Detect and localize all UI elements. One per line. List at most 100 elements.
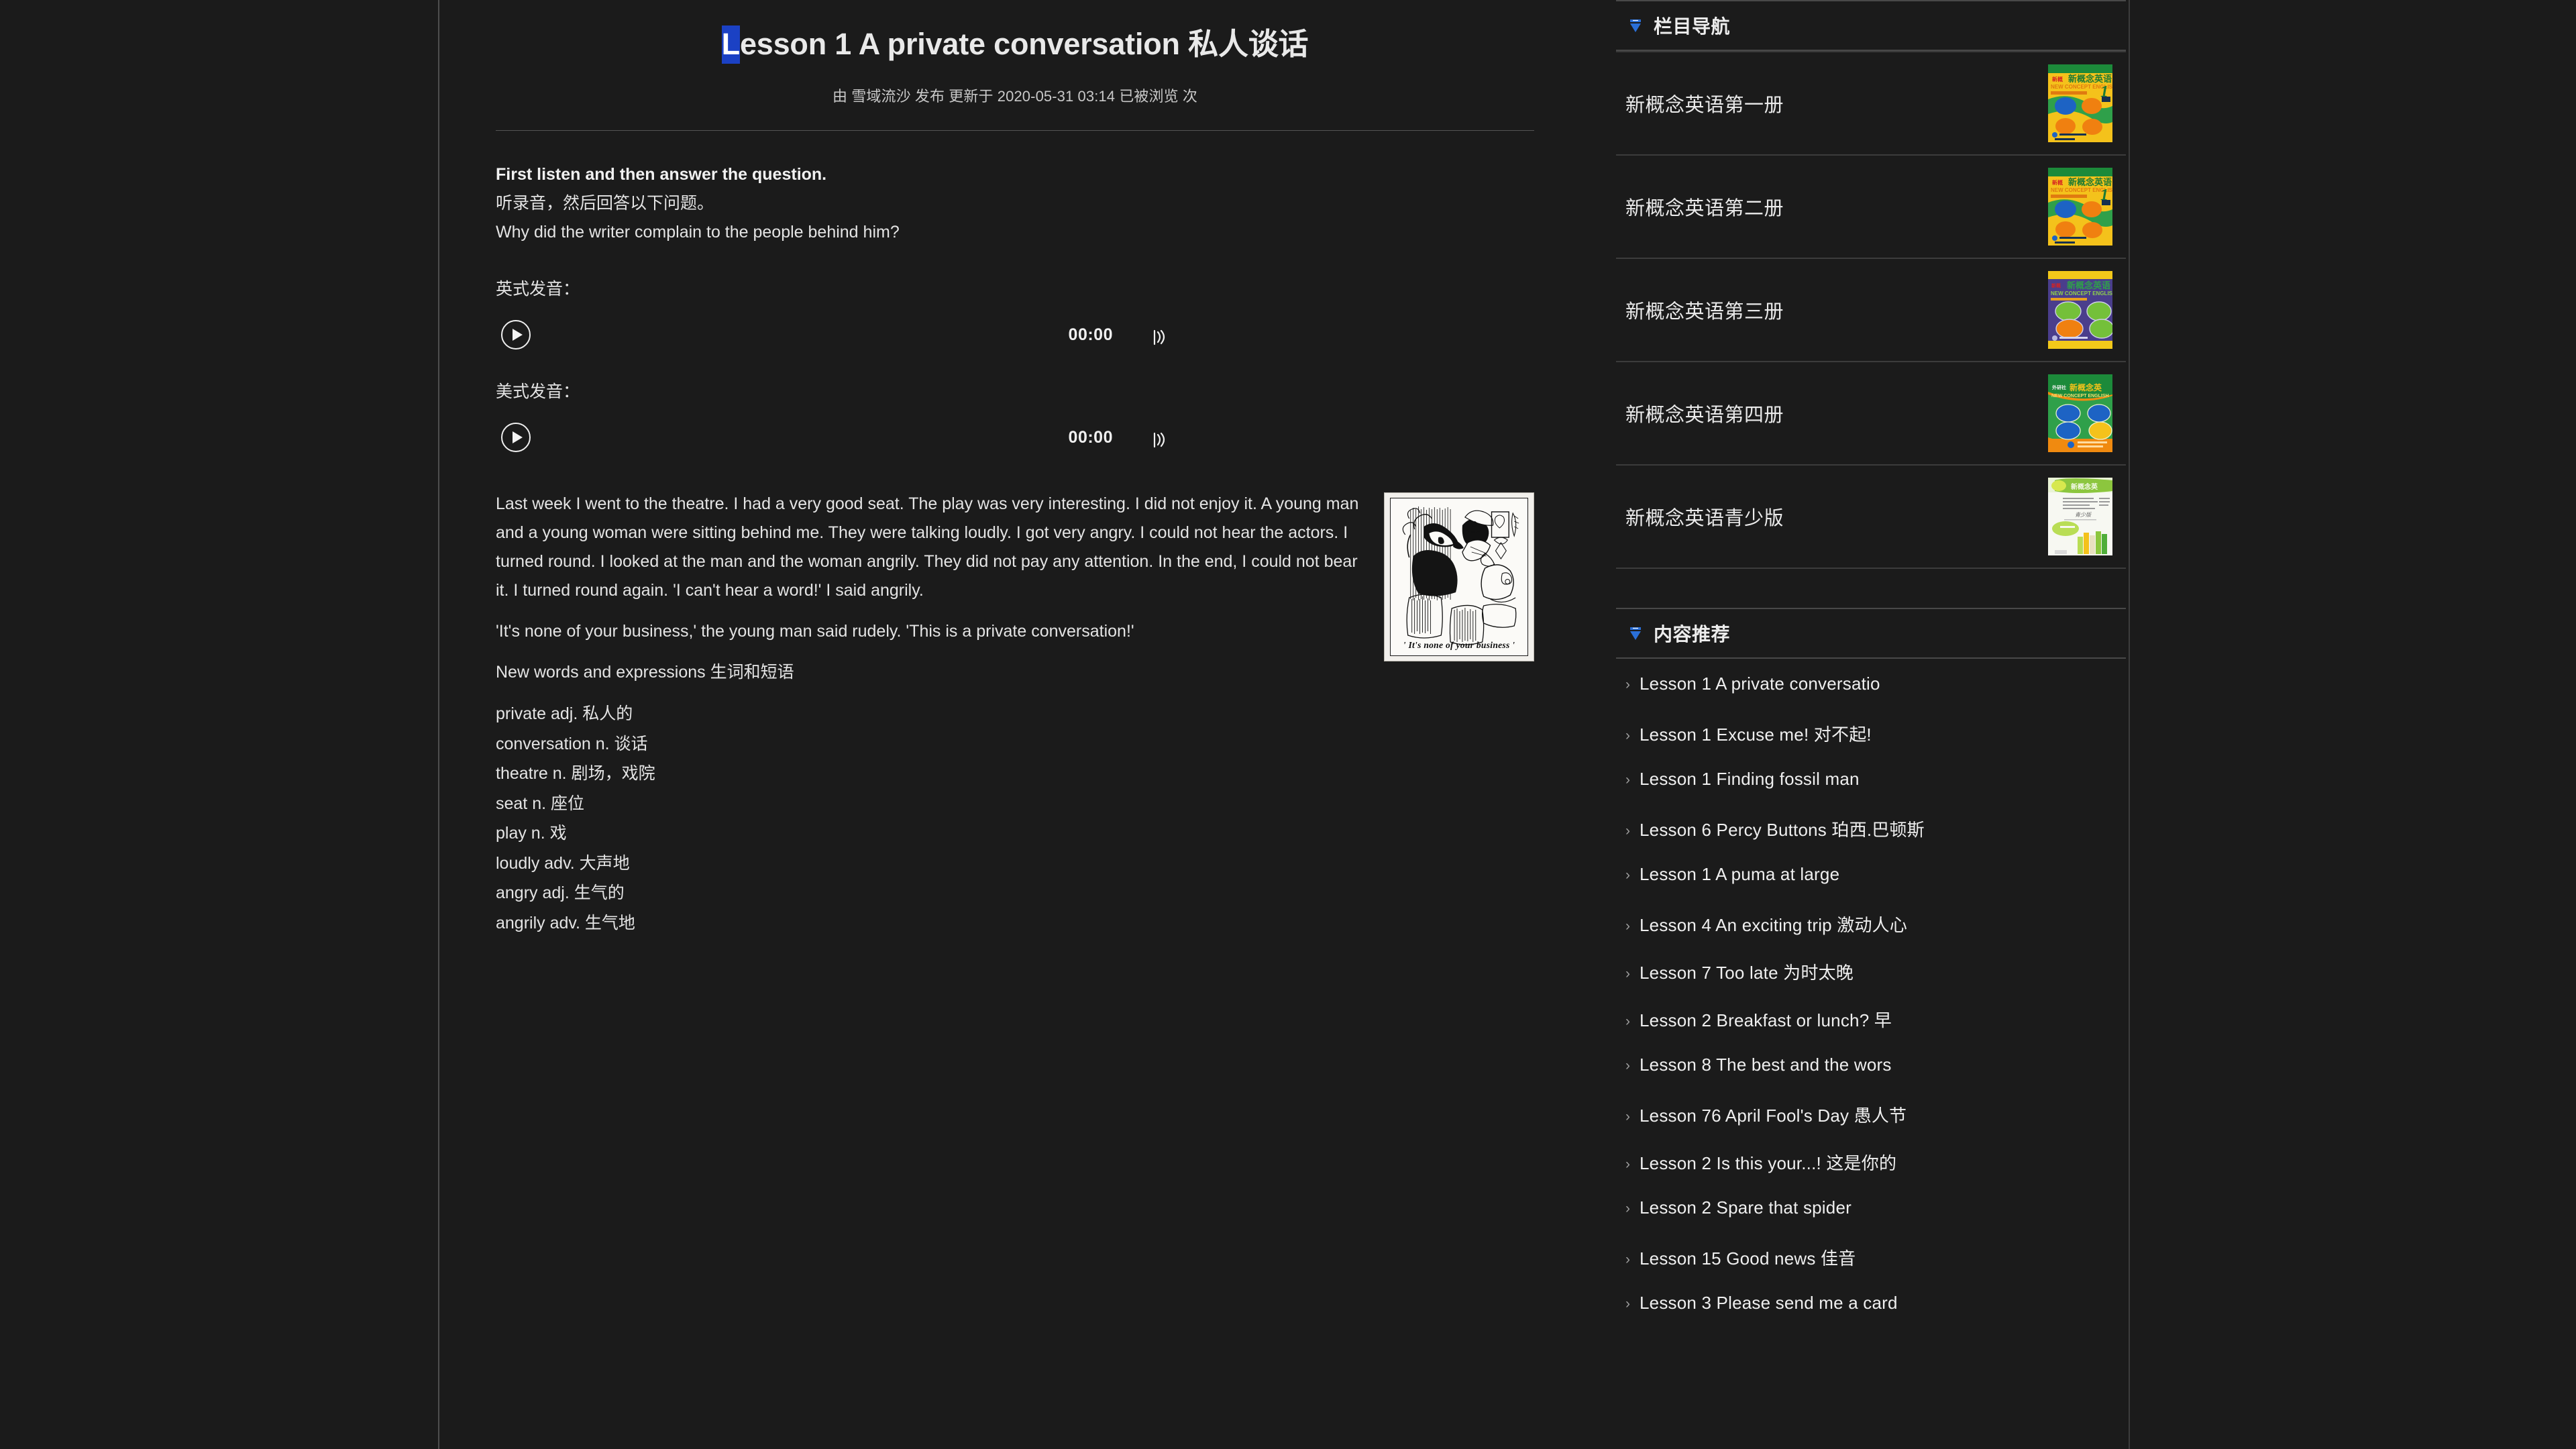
list-item[interactable]: › Lesson 4 An exciting trip 激动人心 — [1616, 912, 2126, 959]
list-item-label: Lesson 1 A private conversatio — [1640, 674, 1880, 694]
lead-chinese: 听录音，然后回答以下问题。 — [496, 194, 714, 213]
american-audio-time: 00:00 — [1068, 427, 1113, 447]
list-item[interactable]: › Lesson 1 Excuse me! 对不起! — [1616, 721, 2126, 769]
left-gutter — [0, 0, 439, 1449]
article-meta: 由 雪域流沙 发布 更新于 2020-05-31 03:14 已被浏览 次 — [832, 88, 1198, 105]
word-entry: angry adj. 生气的 — [496, 883, 625, 903]
british-audio-time: 00:00 — [1068, 325, 1113, 344]
nav-list: 新概念英语第一册 新概 新概念英语 NEW CONCEPT ENGLISH 1 … — [1616, 51, 2126, 569]
list-item-label: Lesson 3 Please send me a card — [1640, 1293, 1898, 1313]
volume-icon[interactable] — [1152, 326, 1168, 345]
nav-item-book1[interactable]: 新概念英语第一册 新概 新概念英语 NEW CONCEPT ENGLISH 1 — [1616, 52, 2126, 156]
chevron-down-icon — [1627, 17, 1644, 34]
list-item[interactable]: › Lesson 1 A private conversatio — [1616, 674, 2126, 721]
chevron-right-icon: › — [1625, 1296, 1630, 1311]
chevron-right-icon: › — [1625, 966, 1630, 981]
list-item-label: Lesson 76 April Fool's Day 愚人节 — [1640, 1106, 1907, 1126]
svg-text:新概念英: 新概念英 — [2070, 382, 2102, 392]
chevron-right-icon: › — [1625, 677, 1630, 692]
word-entry: conversation n. 谈话 — [496, 734, 648, 753]
title-text: esson 1 A private conversation 私人谈话 — [739, 27, 1309, 61]
chevron-right-icon: › — [1625, 1201, 1630, 1216]
story-paragraph-1: Last week I went to the theatre. I had a… — [496, 494, 1359, 600]
british-audio-player[interactable]: 00:00 — [496, 311, 1173, 359]
lead-english: First listen and then answer the questio… — [496, 165, 827, 184]
nav-item-label: 新概念英语青少版 — [1625, 508, 1784, 529]
word-entry: theatre n. 剧场，戏院 — [496, 764, 655, 784]
play-icon[interactable] — [501, 320, 531, 350]
listening-question: Why did the writer complain to the peopl… — [496, 223, 900, 242]
play-icon[interactable] — [501, 423, 531, 453]
list-item[interactable]: › Lesson 1 A puma at large — [1616, 864, 2126, 912]
list-item[interactable]: › Lesson 2 Breakfast or lunch? 早 — [1616, 1007, 2126, 1055]
chevron-right-icon: › — [1625, 1109, 1630, 1124]
nav-panel: 栏目导航 新概念英语第一册 新概 新概念英语 NEW CONCEPT ENGLI… — [1616, 0, 2126, 569]
svg-text:新概念英语: 新概念英语 — [2068, 74, 2112, 84]
recommendations-panel-title: 内容推荐 — [1654, 624, 1731, 645]
word-entry: loudly adv. 大声地 — [496, 853, 630, 873]
book-cover-thumbnail: 新概 新概念英语 NEW CONCEPT ENGLISH — [2048, 271, 2112, 349]
page-title: Lesson 1 A private conversation 私人谈话 — [474, 0, 1556, 64]
british-audio-label: 英式发音： — [496, 280, 580, 299]
list-item-label: Lesson 1 Finding fossil man — [1640, 769, 1860, 789]
nav-panel-title: 栏目导航 — [1654, 16, 1731, 37]
list-item[interactable]: › Lesson 3 Please send me a card — [1616, 1293, 2126, 1340]
recommendations-panel: 内容推荐 › Lesson 1 A private conversatio › Le… — [1616, 608, 2126, 1340]
sidebar: 栏目导航 新概念英语第一册 新概 新概念英语 NEW CONCEPT ENGLI… — [1589, 0, 2129, 1340]
new-words-list: private adj. 私人的 conversation n. 谈话 thea… — [496, 699, 1534, 938]
list-item-label: Lesson 15 Good news 佳音 — [1640, 1248, 1856, 1269]
nav-item-book3[interactable]: 新概念英语第三册 新概 新概念英语 NEW CONCEPT ENGLISH — [1616, 259, 2126, 362]
list-item-label: Lesson 6 Percy Buttons 珀西.巴顿斯 — [1640, 820, 1925, 840]
nav-item-book5[interactable]: 新概念英语青少版 新概念英 青少版 — [1616, 466, 2126, 569]
nav-item-label: 新概念英语第二册 — [1625, 198, 1784, 219]
recommendations-list: › Lesson 1 A private conversatio › Lesson … — [1616, 659, 2126, 1340]
content-wrapper: Lesson 1 A private conversation 私人谈话 由 雪… — [441, 0, 2129, 1449]
list-item-label: Lesson 1 A puma at large — [1640, 864, 1840, 884]
chevron-right-icon: › — [1625, 728, 1630, 743]
list-item-label: Lesson 2 Spare that spider — [1640, 1197, 1851, 1218]
svg-text:外研社: 外研社 — [2052, 384, 2066, 390]
list-item-label: Lesson 4 An exciting trip 激动人心 — [1640, 915, 1908, 935]
list-item[interactable]: › Lesson 2 Is this your...! 这是你的 — [1616, 1150, 2126, 1197]
chevron-right-icon: › — [1625, 1157, 1630, 1172]
svg-text:新概: 新概 — [2051, 282, 2061, 288]
list-item-label: Lesson 2 Breakfast or lunch? 早 — [1640, 1010, 1892, 1030]
list-item[interactable]: › Lesson 7 Too late 为时太晚 — [1616, 959, 2126, 1007]
word-entry: seat n. 座位 — [496, 794, 584, 813]
list-item-label: Lesson 8 The best and the wors — [1640, 1055, 1892, 1075]
chevron-right-icon: › — [1625, 823, 1630, 839]
book-cover-thumbnail: 新概念英 青少版 — [2048, 478, 2112, 555]
list-item-label: Lesson 1 Excuse me! 对不起! — [1640, 724, 1872, 745]
list-item[interactable]: › Lesson 15 Good news 佳音 — [1616, 1245, 2126, 1293]
list-item[interactable]: › Lesson 76 April Fool's Day 愚人节 — [1616, 1102, 2126, 1150]
svg-text:新概: 新概 — [2052, 179, 2063, 186]
svg-text:新概念英语: 新概念英语 — [2067, 280, 2110, 290]
chevron-right-icon: › — [1625, 867, 1630, 883]
lesson-illustration: ' It's none of your business ' — [1384, 492, 1534, 662]
volume-icon[interactable] — [1152, 429, 1168, 448]
word-entry: private adj. 私人的 — [496, 704, 633, 724]
book-cover-thumbnail: 外研社 新概念英 NEW CONCEPT ENGLISH — [2048, 374, 2112, 452]
svg-text:新概念英: 新概念英 — [2071, 482, 2098, 491]
cartoon-drawing — [1391, 498, 1527, 656]
right-gutter — [2129, 0, 2576, 1449]
list-item[interactable]: › Lesson 6 Percy Buttons 珀西.巴顿斯 — [1616, 816, 2126, 864]
nav-item-book2[interactable]: 新概念英语第二册 新概 新概念英语 NEW CONCEPT ENGLISH 1 — [1616, 156, 2126, 259]
book-cover-thumbnail: 新概 新概念英语 NEW CONCEPT ENGLISH 1 — [2048, 168, 2112, 246]
chevron-right-icon: › — [1625, 1252, 1630, 1267]
new-words-heading: New words and expressions 生词和短语 — [496, 663, 794, 682]
svg-text:NEW CONCEPT ENGLISH: NEW CONCEPT ENGLISH — [2051, 290, 2112, 297]
nav-item-label: 新概念英语第一册 — [1625, 95, 1784, 116]
article-column: Lesson 1 A private conversation 私人谈话 由 雪… — [441, 0, 1589, 938]
story-paragraph-2: 'It's none of your business,' the young … — [496, 622, 1134, 641]
list-item-label: Lesson 7 Too late 为时太晚 — [1640, 963, 1854, 983]
nav-item-label: 新概念英语第四册 — [1625, 405, 1784, 426]
list-item[interactable]: › Lesson 8 The best and the wors — [1616, 1055, 2126, 1102]
list-item[interactable]: › Lesson 1 Finding fossil man — [1616, 769, 2126, 816]
nav-item-book4[interactable]: 新概念英语第四册 外研社 新概念英 NEW CONCEPT ENGLISH — [1616, 362, 2126, 466]
word-entry: play n. 戏 — [496, 824, 567, 843]
american-audio-player[interactable]: 00:00 — [496, 413, 1173, 462]
list-item[interactable]: › Lesson 2 Spare that spider — [1616, 1197, 2126, 1245]
illustration-caption: ' It's none of your business ' — [1403, 640, 1515, 651]
svg-text:新概念英语: 新概念英语 — [2068, 177, 2112, 187]
